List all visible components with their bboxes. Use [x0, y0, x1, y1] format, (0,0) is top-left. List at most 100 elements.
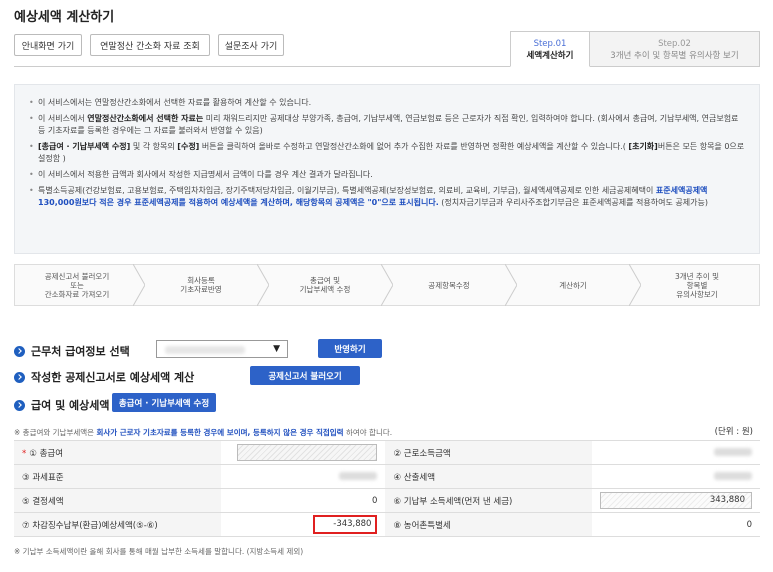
determined-tax-label: ⑤ 결정세액: [14, 488, 221, 513]
table-row: ⑦ 차감징수납부(환급)예상세액(⑤-⑥) -343,880 ⑧ 농어촌특별세 …: [14, 512, 760, 537]
note-text: 하여야 합니다.: [343, 428, 393, 437]
total-salary-cell: [220, 440, 386, 465]
info-item: 이 서비스에서는 연말정산간소화에서 선택한 자료를 활용하여 계산할 수 있습…: [29, 97, 745, 109]
rural-special-tax-value: 0: [592, 512, 760, 537]
process-step-text: 유의사항보기: [676, 289, 718, 299]
prepaid-tax-note: ※ 기납부 소득세액이란 올해 회사를 통해 매월 납부한 소득세를 말합니다.…: [14, 547, 304, 556]
process-step-text: 3개년 추이 및: [674, 271, 720, 281]
expected-refund-label: ⑦ 차감징수납부(환급)예상세액(⑤-⑥): [14, 512, 221, 537]
table-row: * ① 총급여 ② 근로소득금액: [14, 440, 760, 465]
determined-tax-value: 0: [220, 488, 386, 513]
chevron-right-icon: [133, 264, 145, 306]
process-step-text: 회사등록: [187, 276, 215, 285]
prepaid-tax-input[interactable]: 343,880: [600, 492, 752, 509]
load-deduction-form-button[interactable]: 공제신고서 불러오기: [250, 366, 360, 385]
redacted-value: [714, 472, 752, 480]
rural-special-tax-label: ⑧ 농어촌특별세: [385, 512, 592, 537]
earned-income-label: ② 근로소득금액: [385, 440, 592, 465]
section-workplace: 근무처 급여정보 선택: [14, 343, 130, 359]
expected-refund-value: -343,880: [313, 515, 378, 534]
expected-refund-cell: -343,880: [220, 512, 386, 537]
arrow-circle-icon: [14, 345, 25, 357]
section-calc: 작성한 공제신고서로 예상세액 계산: [14, 369, 194, 385]
process-step-company: 회사등록 기초자료반영: [139, 264, 269, 306]
process-step-deduction: 공제항목수정: [387, 264, 517, 306]
process-step-text: 계산하기: [559, 280, 587, 290]
calculated-tax-label: ④ 산출세액: [385, 464, 592, 489]
process-step-text: 기초자료반영: [180, 285, 222, 294]
simplified-data-lookup-button[interactable]: 연말정산 간소화 자료 조회: [90, 34, 210, 56]
tax-base-label: ③ 과세표준: [14, 464, 221, 489]
info-emphasis: [수정]: [177, 142, 200, 151]
note-highlight: 회사가 근로자 기초자료를 등록한 경우에 보이며, 등록하지 않은 경우 직접…: [96, 428, 344, 437]
info-text: 이 서비스에서: [38, 114, 88, 123]
prepaid-tax-label: ⑥ 기납부 소득세액(먼저 낸 세금): [385, 488, 592, 513]
section-salary: 급여 및 예상세액: [14, 397, 110, 413]
info-emphasis: 연말정산간소화에서 선택한 자료는: [87, 114, 204, 123]
info-text: 버튼을 클릭하여 올바로 수정하고 연말정산간소화에 없어 추가 수집한 자료를…: [199, 142, 629, 151]
total-salary-input[interactable]: [237, 444, 378, 461]
process-step-text: 공제항목수정: [428, 280, 470, 290]
arrow-circle-icon: [14, 399, 25, 411]
info-emphasis: [총급여 · 기납부세액 수정]: [38, 142, 131, 151]
guide-page-button[interactable]: 안내화면 가기: [14, 34, 82, 56]
prepaid-tax-cell: 343,880: [592, 488, 760, 513]
process-flow: 공제신고서 불러오기 또는 간소화자료 가져오기 회사등록 기초자료반영 총급여 및기…: [14, 264, 760, 306]
process-step-text: 항목별: [686, 280, 708, 290]
info-text: 이 서비스에서는 연말정산간소화에서 선택한 자료를 활용하여 계산할 수 있습…: [38, 98, 312, 107]
process-step-text: 간소화자료 가져오기: [44, 289, 110, 299]
table-row: ③ 과세표준 ④ 산출세액: [14, 464, 760, 489]
chevron-right-icon: [629, 264, 641, 306]
redacted-value: [165, 346, 245, 354]
required-mark: *: [22, 448, 27, 459]
info-item: 이 서비스에서 연말정산간소화에서 선택한 자료는 미리 채워드리지만 공제대상…: [29, 113, 745, 137]
tab-step-02[interactable]: Step.02 3개년 추이 및 항목별 유의사항 보기: [589, 31, 760, 67]
info-text: 및 각 항목의: [130, 142, 178, 151]
info-item: [총급여 · 기납부세액 수정] 및 각 항목의 [수정] 버튼을 클릭하여 올…: [29, 141, 745, 165]
process-step-text: 기납부세액 수정: [299, 285, 351, 294]
arrow-circle-icon: [14, 371, 25, 383]
process-step-text: 총급여 및: [310, 276, 340, 285]
page-title: 예상세액 계산하기: [14, 10, 115, 25]
info-text: (정치자금기부금과 우리사주조합기부금은 표준세액공제를 적용하여도 공제가능): [438, 198, 708, 207]
info-text: 이 서비스에서 적용한 급액과 회사에서 작성한 지급명세서 금액이 다를 경우…: [38, 170, 373, 179]
tab-divider: [14, 66, 760, 67]
process-step-load: 공제신고서 불러오기 또는 간소화자료 가져오기: [14, 264, 145, 306]
chevron-right-icon: [257, 264, 269, 306]
total-salary-label: * ① 총급여: [14, 440, 221, 465]
survey-button[interactable]: 설문조사 가기: [218, 34, 284, 56]
tab-step-label: 세액계산하기: [526, 51, 574, 61]
process-step-text: 또는: [70, 280, 84, 290]
note-text: ※ 총급여와 기납부세액은: [14, 428, 97, 437]
section-title: 근무처 급여정보 선택: [31, 345, 130, 358]
salary-note: ※ 총급여와 기납부세액은 회사가 근로자 기초자료를 등록한 경우에 보이며,…: [14, 427, 392, 438]
tab-step-number: Step.02: [658, 39, 691, 49]
redacted-value: [714, 448, 752, 456]
process-step-calc: 계산하기: [511, 264, 641, 306]
unit-label: (단위 : 원): [714, 427, 753, 437]
edit-salary-tax-button[interactable]: 총급여 · 기납부세액 수정: [112, 393, 216, 412]
section-title: 작성한 공제신고서로 예상세액 계산: [31, 371, 195, 384]
tab-step-number: Step.01: [533, 39, 567, 49]
chevron-down-icon: ▼: [273, 344, 280, 354]
redacted-value: [339, 472, 378, 480]
tax-summary-table: * ① 총급여 ② 근로소득금액 ③ 과세표준 ④ 산출세액 ⑤ 결정세액 0 ⑥…: [14, 440, 760, 537]
process-step-trend: 3개년 추이 및 항목별 유의사항보기: [635, 264, 760, 306]
table-row: ⑤ 결정세액 0 ⑥ 기납부 소득세액(먼저 낸 세금) 343,880: [14, 488, 760, 513]
info-item: 특별소득공제(건강보험료, 고용보험료, 주택임차차입금, 장기주택저당차입금,…: [29, 185, 745, 209]
cell-label: ① 총급여: [29, 448, 64, 459]
tax-base-value: [220, 464, 386, 489]
info-box: 이 서비스에서는 연말정산간소화에서 선택한 자료를 활용하여 계산할 수 있습…: [14, 84, 760, 254]
chevron-right-icon: [505, 264, 517, 306]
apply-button[interactable]: 반영하기: [318, 339, 382, 358]
info-emphasis: [초기화]: [628, 142, 658, 151]
tab-step-01[interactable]: Step.01 세액계산하기: [510, 31, 590, 67]
process-step-text: 공제신고서 불러오기: [44, 271, 110, 281]
chevron-right-icon: [381, 264, 393, 306]
info-text: 특별소득공제(건강보험료, 고용보험료, 주택임차차입금, 장기주택저당차입금,…: [38, 186, 656, 195]
calculated-tax-value: [592, 464, 760, 489]
workplace-select[interactable]: ▼: [156, 340, 288, 358]
info-item: 이 서비스에서 적용한 급액과 회사에서 작성한 지급명세서 금액이 다를 경우…: [29, 169, 745, 181]
process-step-salary: 총급여 및 기납부세액 수정: [263, 264, 393, 306]
earned-income-value: [592, 440, 760, 465]
